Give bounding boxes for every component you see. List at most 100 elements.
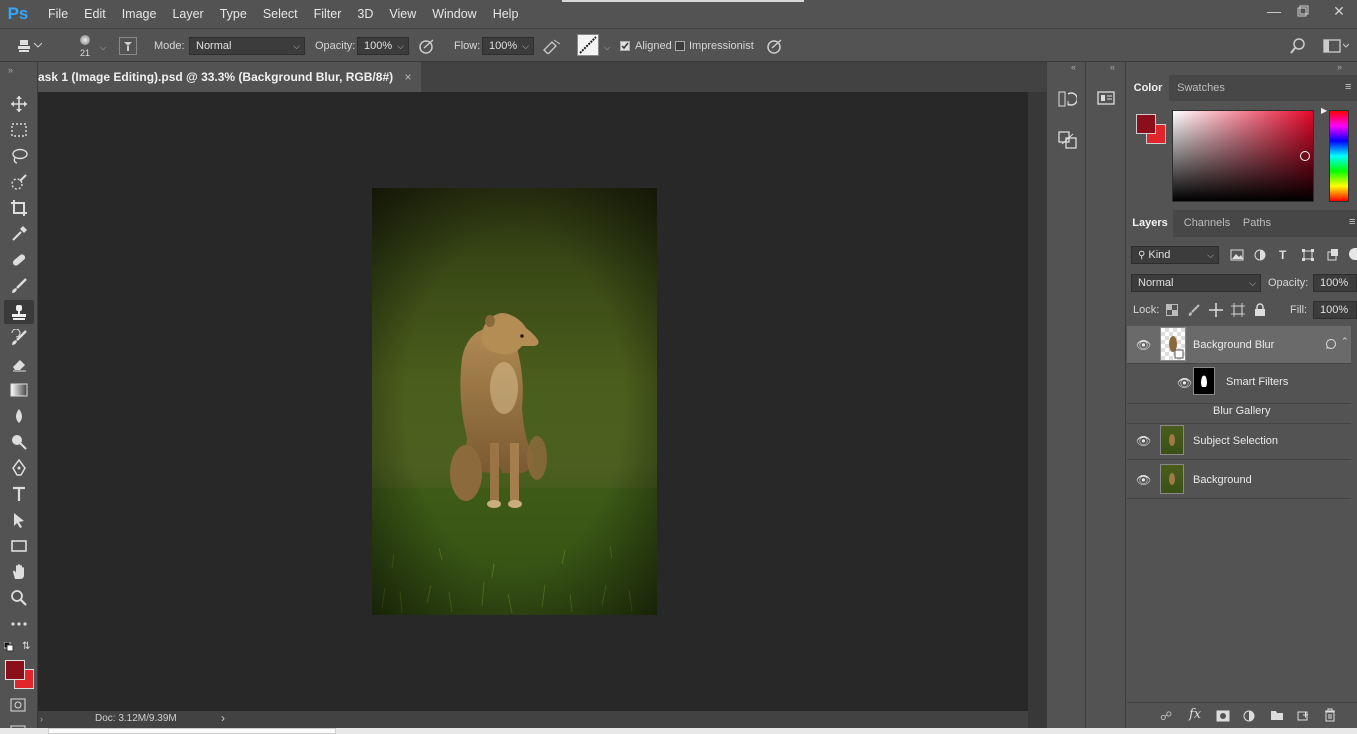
menu-3d[interactable]: 3D bbox=[349, 0, 381, 28]
blend-mode-select[interactable]: Normal ⌵ bbox=[1131, 274, 1261, 292]
doc-size-status[interactable]: Doc: 3.12M/9.39M bbox=[95, 713, 177, 724]
collapse-panels-icon[interactable]: » bbox=[1337, 62, 1342, 72]
color-picker-handle[interactable] bbox=[1300, 151, 1310, 161]
close-tab-icon[interactable]: × bbox=[404, 70, 411, 84]
default-colors-icon[interactable] bbox=[3, 641, 14, 655]
taskbar-item[interactable] bbox=[48, 728, 336, 734]
blur-tool-icon[interactable] bbox=[4, 404, 34, 428]
lioness-photo[interactable] bbox=[372, 188, 657, 615]
lock-transparent-icon[interactable] bbox=[1166, 304, 1178, 319]
flow-input[interactable]: 100% ⌵ bbox=[482, 37, 534, 55]
gradient-tool-icon[interactable] bbox=[4, 378, 34, 402]
type-tool-icon[interactable] bbox=[4, 482, 34, 506]
vertical-scrollbar[interactable] bbox=[1028, 92, 1046, 728]
sample-dropdown-arrow-icon[interactable]: ⌵ bbox=[604, 43, 610, 53]
crop-tool-icon[interactable] bbox=[4, 196, 34, 220]
menu-filter[interactable]: Filter bbox=[306, 0, 350, 28]
expand-dock-icon[interactable]: « bbox=[1071, 62, 1076, 72]
menu-type[interactable]: Type bbox=[212, 0, 255, 28]
layer-name[interactable]: Background Blur bbox=[1193, 339, 1274, 351]
delete-layer-icon[interactable] bbox=[1324, 708, 1336, 725]
document-tab[interactable]: ask 1 (Image Editing).psd @ 33.3% (Backg… bbox=[38, 62, 422, 92]
dodge-tool-icon[interactable] bbox=[4, 430, 34, 454]
expand-dock-2-icon[interactable]: « bbox=[1110, 62, 1115, 72]
layer-row-subject-selection[interactable]: 👁 Subject Selection bbox=[1127, 422, 1351, 460]
tab-color[interactable]: Color bbox=[1127, 75, 1169, 101]
menu-file[interactable]: File bbox=[40, 0, 76, 28]
sample-swatch-icon[interactable] bbox=[577, 34, 599, 56]
close-icon[interactable]: ✕ bbox=[1324, 0, 1354, 22]
clone-source-panel-icon[interactable] bbox=[1057, 130, 1079, 153]
foreground-color-swatch[interactable] bbox=[1136, 114, 1156, 134]
eraser-tool-icon[interactable] bbox=[4, 352, 34, 376]
eye-icon[interactable]: 👁 bbox=[1136, 434, 1151, 448]
brush-panel-toggle-icon[interactable] bbox=[119, 37, 137, 55]
layer-name[interactable]: Subject Selection bbox=[1193, 435, 1278, 447]
collapse-tools-icon[interactable]: » bbox=[8, 65, 13, 75]
status-menu-arrow-icon[interactable]: › bbox=[221, 711, 225, 725]
adjustment-filter-icon[interactable] bbox=[1254, 249, 1266, 264]
color-field[interactable] bbox=[1172, 110, 1314, 202]
lock-pixels-icon[interactable] bbox=[1188, 304, 1200, 319]
move-tool-icon[interactable] bbox=[4, 92, 34, 116]
filter-toggle-icon[interactable] bbox=[1349, 248, 1357, 260]
layer-row-background[interactable]: 👁 Background bbox=[1127, 461, 1351, 499]
lock-artboard-icon[interactable] bbox=[1231, 303, 1245, 320]
quick-selection-tool-icon[interactable] bbox=[4, 170, 34, 194]
smart-object-filter-icon[interactable] bbox=[1327, 249, 1339, 264]
impressionist-checkbox[interactable] bbox=[675, 41, 685, 51]
tab-layers[interactable]: Layers bbox=[1127, 210, 1173, 237]
blur-gallery-label[interactable]: Blur Gallery bbox=[1213, 405, 1270, 417]
brush-preset-picker[interactable]: 21 bbox=[74, 33, 98, 61]
pixel-filter-icon[interactable] bbox=[1230, 249, 1244, 264]
pressure-size-icon[interactable] bbox=[766, 38, 784, 57]
clone-stamp-tool-icon[interactable] bbox=[4, 300, 34, 324]
layer-row-background-blur[interactable]: 👁 Background Blur ⌃ bbox=[1127, 326, 1351, 364]
hue-slider[interactable] bbox=[1329, 110, 1349, 202]
pressure-opacity-icon[interactable] bbox=[418, 38, 436, 57]
new-adjustment-icon[interactable] bbox=[1243, 710, 1255, 725]
more-tools-icon[interactable] bbox=[4, 612, 34, 636]
layer-name[interactable]: Background bbox=[1193, 474, 1252, 486]
lock-position-icon[interactable] bbox=[1209, 303, 1223, 320]
tab-swatches[interactable]: Swatches bbox=[1175, 75, 1227, 101]
swap-colors-icon[interactable]: ⇅ bbox=[22, 641, 30, 652]
restore-icon[interactable] bbox=[1288, 0, 1318, 22]
eye-icon[interactable]: 👁 bbox=[1177, 376, 1192, 390]
aligned-checkbox[interactable] bbox=[620, 41, 630, 51]
search-icon[interactable] bbox=[1290, 38, 1306, 57]
new-group-icon[interactable] bbox=[1270, 709, 1284, 724]
layer-row-smart-filters[interactable]: 👁 Smart Filters bbox=[1127, 364, 1351, 404]
color-panel-menu-icon[interactable]: ≡ bbox=[1345, 81, 1351, 93]
mode-select[interactable]: Normal ⌵ bbox=[189, 37, 305, 55]
menu-help[interactable]: Help bbox=[485, 0, 527, 28]
smart-filters-label[interactable]: Smart Filters bbox=[1226, 376, 1288, 388]
properties-panel-icon[interactable] bbox=[1096, 89, 1116, 110]
canvas-area[interactable] bbox=[38, 92, 1028, 711]
menu-window[interactable]: Window bbox=[424, 0, 484, 28]
rectangle-tool-icon[interactable] bbox=[4, 534, 34, 558]
new-layer-icon[interactable] bbox=[1297, 709, 1309, 724]
layers-panel-menu-icon[interactable]: ≡ bbox=[1349, 216, 1355, 228]
eyedropper-tool-icon[interactable] bbox=[4, 222, 34, 246]
history-brush-tool-icon[interactable] bbox=[4, 326, 34, 350]
hand-tool-icon[interactable] bbox=[4, 560, 34, 584]
path-selection-tool-icon[interactable] bbox=[4, 508, 34, 532]
workspace-icon[interactable] bbox=[1323, 38, 1350, 57]
shape-filter-icon[interactable] bbox=[1302, 249, 1314, 264]
brush-tool-icon[interactable] bbox=[4, 274, 34, 298]
menu-edit[interactable]: Edit bbox=[76, 0, 114, 28]
menu-image[interactable]: Image bbox=[114, 0, 165, 28]
menu-layer[interactable]: Layer bbox=[164, 0, 211, 28]
link-layers-icon[interactable]: ☍ bbox=[1160, 709, 1172, 723]
quick-mask-icon[interactable] bbox=[10, 698, 26, 715]
eye-icon[interactable]: 👁 bbox=[1136, 473, 1151, 487]
menu-select[interactable]: Select bbox=[255, 0, 306, 28]
layer-opacity-input[interactable]: 100% bbox=[1313, 274, 1357, 292]
history-panel-icon[interactable] bbox=[1057, 89, 1078, 112]
opacity-input[interactable]: 100% ⌵ bbox=[357, 37, 409, 55]
foreground-color-swatch[interactable] bbox=[5, 660, 25, 680]
kind-filter-select[interactable]: ⚲ Kind ⌵ bbox=[1131, 246, 1219, 264]
healing-brush-tool-icon[interactable] bbox=[4, 248, 34, 272]
layer-row-blur-gallery[interactable]: Blur Gallery bbox=[1127, 404, 1351, 424]
